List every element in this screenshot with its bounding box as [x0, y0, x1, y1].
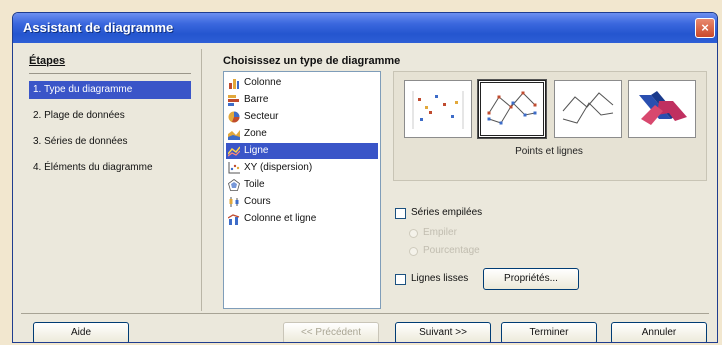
chart-type-item-bar[interactable]: Barre [226, 92, 378, 108]
bar-chart-icon [228, 95, 239, 106]
title-bar[interactable]: Assistant de diagramme × [13, 13, 717, 43]
percent-radio[interactable] [409, 247, 418, 256]
chart-type-item-xy-scatter[interactable]: XY (dispersion) [226, 160, 378, 176]
step-chart-elements[interactable]: 4. Éléments du diagramme [29, 159, 191, 177]
stacked-series-checkbox[interactable] [395, 208, 406, 219]
stock-chart-icon [229, 197, 239, 207]
smooth-lines-checkbox[interactable] [395, 274, 406, 285]
steps-divider [29, 73, 191, 74]
chart-type-item-line[interactable]: Ligne [226, 143, 378, 159]
steps-heading: Étapes [29, 55, 66, 67]
chart-type-item-stock[interactable]: Cours [226, 194, 378, 210]
stacked-series-label: Séries empilées [411, 207, 483, 218]
smooth-lines-label: Lignes lisses [411, 273, 469, 284]
finish-button[interactable]: Terminer [501, 322, 597, 342]
steps-panel: Étapes 1. Type du diagramme 2. Plage de … [21, 49, 202, 311]
chart-type-heading: Choisissez un type de diagramme [223, 55, 401, 67]
close-icon: × [701, 20, 709, 35]
chart-type-item-pie[interactable]: Secteur [226, 109, 378, 125]
variant-points-only[interactable] [404, 80, 472, 138]
step-data-series[interactable]: 3. Séries de données [29, 133, 191, 151]
chart-type-item-column[interactable]: Colonne [226, 75, 378, 91]
stack-radio[interactable] [409, 229, 418, 238]
step-chart-type[interactable]: 1. Type du diagramme [29, 81, 191, 99]
line-chart-icon [228, 146, 240, 157]
xy-scatter-chart-icon [228, 162, 240, 174]
variant-points-and-lines[interactable] [477, 79, 547, 139]
chart-variants-panel: Points et lignes [393, 71, 707, 181]
variant-lines-only[interactable] [554, 80, 622, 138]
step-data-range[interactable]: 2. Plage de données [29, 107, 191, 125]
close-button[interactable]: × [695, 18, 715, 38]
properties-button[interactable]: Propriétés... [483, 268, 579, 290]
window-title: Assistant de diagramme [23, 20, 174, 35]
variant-3d-lines[interactable] [628, 80, 696, 138]
lines-only-icon [562, 92, 614, 124]
help-button[interactable]: Aide [33, 322, 129, 342]
3d-lines-icon [639, 91, 687, 125]
points-and-lines-icon [487, 91, 537, 125]
footer-divider [21, 313, 709, 314]
chart-type-item-area[interactable]: Zone [226, 126, 378, 142]
cancel-button[interactable]: Annuler [611, 322, 707, 342]
chart-type-item-column-and-line[interactable]: Colonne et ligne [226, 211, 378, 227]
column-and-line-chart-icon [228, 214, 240, 225]
net-chart-icon [228, 179, 240, 191]
pie-chart-icon [228, 111, 240, 123]
chart-wizard-dialog: Assistant de diagramme × Étapes 1. Type … [12, 12, 718, 343]
back-button[interactable]: << Précédent [283, 322, 379, 342]
variant-caption: Points et lignes [515, 146, 583, 157]
column-chart-icon [229, 79, 239, 89]
area-chart-icon [228, 130, 240, 140]
next-button[interactable]: Suivant >> [395, 322, 491, 342]
points-only-icon [412, 91, 464, 129]
chart-type-list[interactable]: Colonne Barre Secteur Zone Ligne XY (dis… [223, 71, 381, 309]
chart-type-item-net[interactable]: Toile [226, 177, 378, 193]
